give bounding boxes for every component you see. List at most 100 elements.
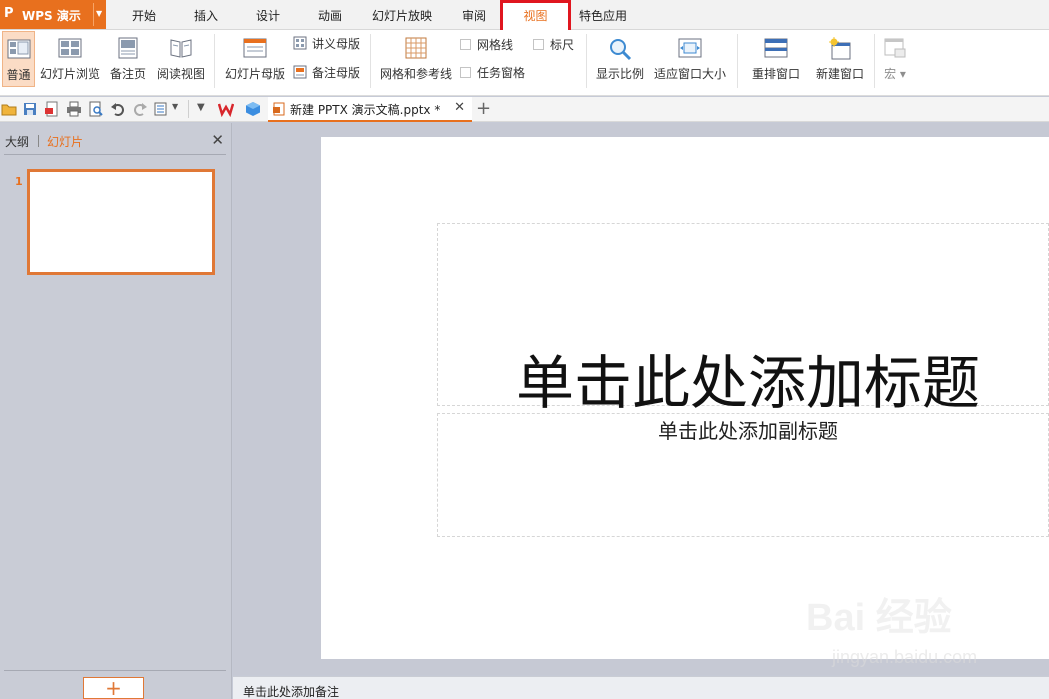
notes-placeholder[interactable]: 单击此处添加备注: [243, 683, 339, 699]
toolbar-separator: [188, 100, 189, 118]
slides-pane-header: 大纲 幻灯片 ✕: [0, 123, 231, 153]
pane-tab-divider: [38, 135, 39, 147]
notes-master-label: 备注母版: [312, 65, 361, 80]
macro-label: 宏 ▾: [884, 67, 906, 81]
fit-window-icon: [678, 38, 702, 58]
subtitle-placeholder-box[interactable]: 单击此处添加副标题: [437, 413, 1049, 537]
tab-animation[interactable]: 动画: [306, 0, 354, 30]
close-icon[interactable]: ✕: [211, 131, 224, 149]
fit-window-label: 适应窗口大小: [653, 67, 726, 81]
grid-icon: [405, 37, 427, 59]
slide-thumbnail[interactable]: [27, 169, 215, 275]
task-pane-checkbox[interactable]: 任务窗格: [460, 62, 525, 82]
subtitle-placeholder[interactable]: 单击此处添加副标题: [438, 414, 1049, 444]
zoom-label: 显示比例: [595, 67, 644, 81]
task-pane-label: 任务窗格: [477, 65, 526, 80]
zoom-button[interactable]: 显示比例: [592, 31, 648, 87]
tab-view[interactable]: 视图: [503, 0, 568, 30]
new-window-icon: [829, 37, 851, 60]
notes-page-label: 备注页: [109, 67, 146, 81]
macro-icon: [884, 38, 906, 58]
notes-pane[interactable]: 单击此处添加备注: [233, 676, 1049, 699]
print-preview-icon[interactable]: [88, 101, 104, 117]
toolbar-menu-chevron-icon[interactable]: ▼: [197, 102, 205, 113]
task-pane-check-box[interactable]: [460, 66, 471, 78]
gridlines-checkbox[interactable]: 网格线: [460, 34, 513, 54]
ribbon-view: 普通 幻灯片浏览 备注页 阅读视图 幻灯片母版 讲义母版 备注母版 网格和参考线…: [0, 30, 1049, 96]
tab-design[interactable]: 设计: [244, 0, 292, 30]
save-icon[interactable]: [22, 101, 38, 117]
tab-home[interactable]: 开始: [120, 0, 168, 30]
tab-insert[interactable]: 插入: [182, 0, 230, 30]
normal-view-label: 普通: [6, 68, 31, 82]
macro-button[interactable]: 宏 ▾: [880, 31, 910, 87]
normal-view-button[interactable]: 普通: [2, 31, 35, 87]
reading-view-label: 阅读视图: [156, 67, 205, 81]
new-window-label: 新建窗口: [815, 67, 864, 81]
export-pdf-icon[interactable]: [44, 101, 60, 117]
cloud-box-icon[interactable]: [245, 101, 261, 117]
magnifier-icon: [610, 39, 632, 61]
undo-icon[interactable]: [110, 101, 126, 117]
tab-slides[interactable]: 幻灯片: [47, 133, 83, 150]
tab-review[interactable]: 审阅: [450, 0, 498, 30]
notes-master-icon: [293, 65, 307, 79]
menu-bar: P WPS 演示 ▼ 开始 插入 设计 动画 幻灯片放映 审阅 视图 特色应用: [0, 0, 1049, 34]
ruler-label: 标尺: [550, 37, 575, 52]
gridlines-check-box[interactable]: [460, 38, 471, 50]
ribbon-separator: [737, 34, 738, 88]
pane-divider: [4, 670, 226, 671]
print-icon[interactable]: [66, 101, 82, 117]
open-folder-icon[interactable]: [1, 101, 17, 117]
tab-slideshow[interactable]: 幻灯片放映: [364, 0, 440, 30]
handout-master-label: 讲义母版: [312, 36, 361, 51]
fit-window-button[interactable]: 适应窗口大小: [652, 31, 728, 87]
tab-special-apps[interactable]: 特色应用: [572, 0, 634, 30]
notes-page-button[interactable]: 备注页: [106, 31, 150, 87]
gridlines-label: 网格线: [477, 37, 514, 52]
ruler-check-box[interactable]: [533, 38, 544, 50]
title-placeholder[interactable]: 单击此处添加标题: [438, 336, 1049, 420]
format-painter-icon[interactable]: [154, 101, 170, 117]
slide-master-label: 幻灯片母版: [224, 67, 285, 81]
arrange-windows-icon: [764, 38, 788, 58]
normal-view-icon: [7, 39, 30, 59]
pane-divider: [4, 154, 226, 155]
redo-icon[interactable]: [132, 101, 148, 117]
notes-master-button[interactable]: 备注母版: [293, 62, 360, 82]
handout-master-button[interactable]: 讲义母版: [293, 33, 360, 53]
app-menu-button[interactable]: P WPS 演示 ▼: [0, 0, 106, 29]
quick-access-toolbar: ▼ ▼ 新建 PPTX 演示文稿.pptx * ✕ +: [0, 97, 1049, 122]
slides-pane: 大纲 幻灯片 ✕ 1 +: [0, 123, 232, 699]
close-icon[interactable]: ✕: [454, 100, 465, 115]
reading-view-button[interactable]: 阅读视图: [154, 31, 208, 87]
chevron-down-icon[interactable]: ▼: [172, 102, 178, 111]
slide-number: 1: [15, 175, 23, 188]
slide-master-button[interactable]: 幻灯片母版: [222, 31, 288, 87]
ruler-checkbox[interactable]: 标尺: [533, 34, 574, 54]
grid-guides-label: 网格和参考线: [379, 67, 452, 81]
add-slide-button[interactable]: +: [83, 677, 144, 699]
wps-logo-icon: P: [4, 6, 14, 21]
handout-master-icon: [293, 36, 307, 50]
document-tab-title: 新建 PPTX 演示文稿.pptx *: [290, 103, 441, 117]
arrange-windows-button[interactable]: 重排窗口: [744, 31, 808, 87]
slide-master-icon: [243, 38, 267, 58]
new-window-button[interactable]: 新建窗口: [812, 31, 868, 87]
wps-home-icon[interactable]: [218, 101, 234, 117]
ribbon-separator: [214, 34, 215, 88]
arrange-windows-label: 重排窗口: [751, 67, 800, 81]
document-tab[interactable]: 新建 PPTX 演示文稿.pptx * ✕: [268, 97, 472, 122]
slide-sorter-button[interactable]: 幻灯片浏览: [38, 31, 102, 87]
ribbon-separator: [370, 34, 371, 88]
grid-guides-button[interactable]: 网格和参考线: [376, 31, 456, 87]
title-placeholder-box[interactable]: 单击此处添加标题: [437, 223, 1049, 417]
slide-sorter-label: 幻灯片浏览: [39, 67, 100, 81]
tab-outline[interactable]: 大纲: [5, 133, 29, 150]
pptx-file-icon: [273, 102, 285, 116]
new-tab-plus-icon[interactable]: +: [476, 98, 491, 119]
chevron-down-icon[interactable]: ▼: [96, 9, 102, 18]
baidu-jingyan-logo: Bai 经验: [806, 597, 952, 639]
app-name: WPS 演示: [22, 9, 81, 23]
watermark-url: jingyan.baidu.com: [832, 647, 978, 667]
